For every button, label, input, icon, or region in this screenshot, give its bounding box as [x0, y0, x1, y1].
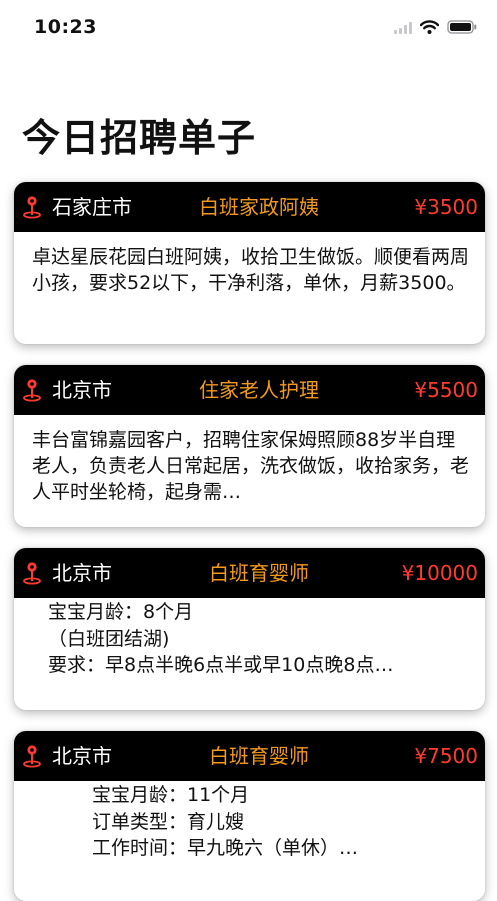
card-salary: ¥7500: [414, 744, 478, 768]
card-salary: ¥3500: [414, 195, 478, 219]
job-card[interactable]: 北京市 住家老人护理 ¥5500 丰台富锦嘉园客户，招聘住家保姆照顾88岁半自理…: [14, 365, 485, 527]
card-body: 卓达星辰花园白班阿姨，收拾卫生做饭。顺便看两周小孩，要求52以下，干净利落，单休…: [14, 232, 485, 306]
location-pin-icon: [22, 561, 42, 585]
detail-line: 工作时间：早九晚六（单休）…: [92, 837, 359, 859]
card-city: 石家庄市: [52, 195, 132, 219]
detail-line: 订单类型：育儿嫂: [92, 810, 245, 833]
location-pin-icon: [22, 378, 42, 402]
location-pin-icon: [22, 744, 42, 768]
card-role: 住家老人护理: [199, 378, 319, 402]
detail-line: 宝宝月龄：11个月: [92, 784, 250, 806]
status-bar: 10:23: [0, 0, 497, 52]
card-header: 北京市 白班育婴师 ¥7500: [14, 731, 485, 781]
card-salary: ¥10000: [401, 561, 478, 585]
card-city: 北京市: [52, 378, 112, 402]
card-role: 白班家政阿姨: [199, 195, 319, 219]
card-header: 北京市 白班育婴师 ¥10000: [14, 548, 485, 598]
battery-icon: [447, 19, 477, 38]
status-time: 10:23: [34, 16, 97, 38]
card-header: 石家庄市 白班家政阿姨 ¥3500: [14, 182, 485, 232]
card-role: 白班育婴师: [209, 744, 309, 768]
card-salary: ¥5500: [414, 378, 478, 402]
card-role: 白班育婴师: [209, 561, 309, 585]
location-pin-icon: [22, 195, 42, 219]
card-description: 卓达星辰花园白班阿姨，收拾卫生做饭。顺便看两周小孩，要求52以下，干净利落，单休…: [32, 246, 469, 294]
wifi-icon: [419, 19, 440, 38]
card-city: 北京市: [52, 561, 112, 585]
card-description: 丰台富锦嘉园客户，招聘住家保姆照顾88岁半自理老人，负责老人日常起居，洗衣做饭，…: [32, 429, 469, 503]
card-body: 宝宝月龄：11个月 订单类型：育儿嫂 工作时间：早九晚六（单休）…: [14, 781, 485, 872]
card-city: 北京市: [52, 744, 112, 768]
card-body: 丰台富锦嘉园客户，招聘住家保姆照顾88岁半自理老人，负责老人日常起居，洗衣做饭，…: [14, 415, 485, 515]
detail-line: 要求：早8点半晚6点半或早10点晚8点…: [48, 654, 394, 676]
job-card[interactable]: 北京市 白班育婴师 ¥7500 宝宝月龄：11个月 订单类型：育儿嫂 工作时间：…: [14, 731, 485, 901]
job-card[interactable]: 北京市 白班育婴师 ¥10000 宝宝月龄：8个月 （白班团结湖) 要求：早8点…: [14, 548, 485, 710]
detail-line: 宝宝月龄：8个月: [48, 601, 194, 623]
signal-icon: [394, 19, 412, 38]
detail-line: （白班团结湖): [48, 627, 170, 650]
job-card[interactable]: 石家庄市 白班家政阿姨 ¥3500 卓达星辰花园白班阿姨，收拾卫生做饭。顺便看两…: [14, 182, 485, 344]
card-body: 宝宝月龄：8个月 （白班团结湖) 要求：早8点半晚6点半或早10点晚8点…: [14, 598, 485, 689]
status-icons: [394, 19, 477, 38]
card-header: 北京市 住家老人护理 ¥5500: [14, 365, 485, 415]
page-title: 今日招聘单子: [22, 116, 257, 160]
